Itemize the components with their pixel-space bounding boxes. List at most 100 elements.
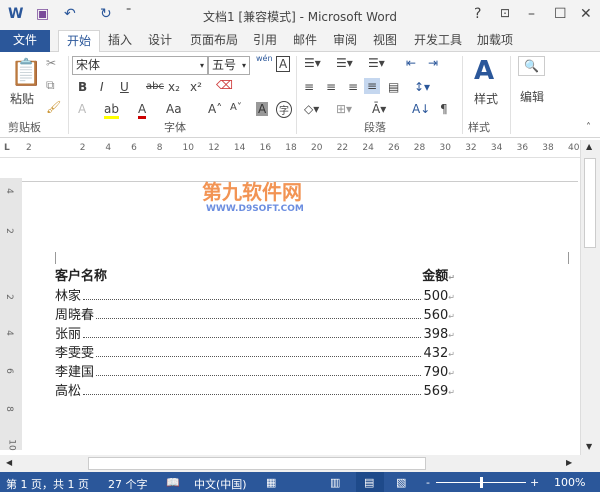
ruler-tick: 38 — [542, 143, 554, 153]
read-mode-icon[interactable]: ▥ — [330, 476, 340, 489]
ruler-tick: 2 — [79, 143, 86, 153]
asian-layout-icon[interactable]: Ā▾ — [372, 102, 386, 116]
tab-references[interactable]: 引用 — [248, 30, 282, 52]
maximize-button[interactable]: ☐ — [554, 6, 567, 22]
watermark-logo: 第九软件网 — [202, 180, 302, 204]
shading-icon[interactable]: ◇▾ — [304, 102, 319, 116]
grow-font-button[interactable]: A˄ — [208, 102, 222, 116]
decrease-indent-icon[interactable]: ⇤ — [406, 56, 416, 70]
vertical-scroll-thumb[interactable] — [584, 158, 596, 248]
macro-icon[interactable]: ▦ — [266, 476, 276, 489]
cut-icon[interactable]: ✂ — [46, 56, 56, 70]
text-effects-icon[interactable]: A — [78, 102, 86, 116]
font-color-icon[interactable]: A — [138, 102, 147, 119]
character-shading-button[interactable]: A — [256, 102, 269, 116]
collapse-ribbon-icon[interactable]: ˄ — [586, 122, 591, 133]
justify-icon[interactable]: ≡ — [364, 78, 381, 94]
find-icon[interactable]: 🔍 — [518, 56, 545, 76]
borders-icon[interactable]: ⊞▾ — [336, 102, 352, 116]
zoom-in-button[interactable]: + — [530, 476, 539, 489]
bullets-icon[interactable]: ☰▾ — [304, 56, 321, 70]
styles-icon[interactable]: A — [474, 56, 494, 86]
paste-icon[interactable]: 📋 — [10, 58, 42, 88]
scroll-down-icon[interactable]: ▼ — [586, 442, 592, 451]
tab-addins[interactable]: 加载项 — [472, 30, 518, 52]
scroll-left-icon[interactable]: ◀ — [6, 458, 12, 467]
tab-view[interactable]: 视图 — [368, 30, 402, 52]
line-spacing-icon[interactable]: ↕▾ — [414, 80, 430, 94]
vertical-scrollbar[interactable]: ▲ ▼ — [580, 140, 600, 455]
italic-button[interactable]: I — [100, 80, 104, 94]
superscript-button[interactable]: x² — [190, 80, 202, 94]
increase-indent-icon[interactable]: ⇥ — [428, 56, 438, 70]
watermark-url: WWW.D9SOFT.COM — [206, 204, 304, 214]
align-center-icon[interactable]: ≡ — [326, 80, 336, 94]
numbering-icon[interactable]: ☰▾ — [336, 56, 353, 70]
show-formatting-icon[interactable]: ¶ — [440, 102, 448, 116]
amount: 790 — [423, 365, 455, 380]
sort-icon[interactable]: A↓ — [412, 102, 430, 116]
scroll-right-icon[interactable]: ▶ — [566, 458, 572, 467]
tab-home[interactable]: 开始 — [58, 30, 100, 53]
editing-button[interactable]: 编辑 — [520, 88, 544, 105]
tab-developer[interactable]: 开发工具 — [410, 30, 466, 52]
amount: 500 — [423, 289, 455, 304]
horizontal-ruler[interactable]: L 2 2 4 6 8 10 12 14 16 18 20 22 24 26 28 30 32 34 36 38 40 — [0, 140, 580, 158]
close-button[interactable]: ✕ — [580, 6, 592, 22]
language-indicator[interactable]: 中文(中国) — [194, 476, 247, 492]
page-count[interactable]: 第 1 页，共 1 页 — [6, 476, 89, 492]
strikethrough-button[interactable]: abc — [146, 81, 164, 92]
tab-review[interactable]: 审阅 — [328, 30, 362, 52]
tab-design[interactable]: 设计 — [142, 30, 178, 52]
tab-file[interactable]: 文件 — [0, 30, 50, 52]
help-button[interactable]: ? — [474, 6, 481, 22]
tab-leader — [83, 394, 422, 395]
tab-mailings[interactable]: 邮件 — [288, 30, 322, 52]
zoom-out-button[interactable]: - — [426, 476, 430, 489]
minimize-button[interactable]: – — [528, 6, 535, 22]
align-right-icon[interactable]: ≡ — [348, 80, 358, 94]
horizontal-scroll-thumb[interactable] — [88, 457, 426, 470]
font-size-select[interactable]: 五号 ▾ — [208, 56, 250, 75]
highlight-icon[interactable]: ab — [104, 102, 119, 119]
subscript-button[interactable]: x₂ — [168, 80, 180, 94]
font-size-value: 五号 — [212, 58, 237, 72]
horizontal-scrollbar[interactable]: ◀ ▶ — [0, 455, 600, 472]
print-layout-icon[interactable]: ▤ — [356, 472, 384, 492]
zoom-level[interactable]: 100% — [554, 476, 585, 489]
multilevel-list-icon[interactable]: ☰▾ — [368, 56, 385, 70]
paste-button[interactable]: 粘贴 — [10, 90, 34, 107]
ribbon-display-button[interactable]: ⊡ — [500, 6, 510, 20]
scroll-up-icon[interactable]: ▲ — [586, 142, 592, 151]
tab-insert[interactable]: 插入 — [102, 30, 138, 52]
vertical-ruler-tick: 8 — [3, 406, 14, 412]
word-count[interactable]: 27 个字 — [108, 476, 148, 492]
tab-selector[interactable]: L — [4, 143, 10, 153]
bold-button[interactable]: B — [78, 80, 87, 94]
align-left-icon[interactable]: ≡ — [304, 80, 314, 94]
character-border-button[interactable]: A — [276, 56, 291, 72]
font-name-select[interactable]: 宋体 ▾ — [72, 56, 208, 75]
phonetic-guide-button[interactable]: wén — [256, 54, 273, 63]
copy-icon[interactable]: ⧉ — [46, 78, 55, 93]
proofing-icon[interactable]: 📖 — [166, 476, 180, 489]
web-layout-icon[interactable]: ▧ — [396, 476, 406, 489]
ruler-tick: 10 — [182, 143, 194, 153]
tab-leader — [83, 299, 422, 300]
format-painter-icon[interactable]: 🖌 — [46, 100, 61, 114]
styles-button[interactable]: 样式 — [474, 90, 498, 107]
clear-formatting-icon[interactable]: ⌫ — [216, 78, 233, 92]
tab-layout[interactable]: 页面布局 — [186, 30, 242, 52]
amount: 398 — [423, 327, 455, 342]
distributed-icon[interactable]: ▤ — [388, 80, 399, 94]
tab-leader — [83, 337, 422, 338]
ruler-tick: 4 — [105, 143, 112, 153]
vertical-ruler-tick: 4 — [3, 188, 14, 194]
customer-name: 高松 — [55, 384, 82, 399]
amount: 432 — [423, 346, 455, 361]
zoom-slider-thumb[interactable] — [480, 477, 483, 488]
shrink-font-button[interactable]: A˅ — [230, 102, 242, 113]
enclose-characters-button[interactable]: 字 — [276, 101, 292, 118]
change-case-button[interactable]: Aa — [166, 102, 182, 116]
underline-button[interactable]: U — [120, 80, 129, 94]
